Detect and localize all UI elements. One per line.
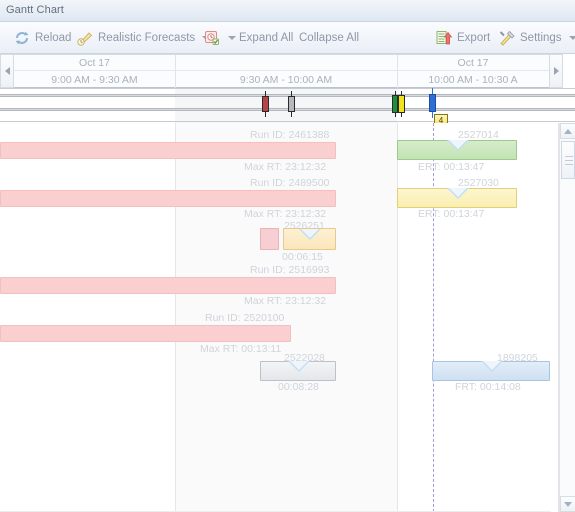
row-4-top-label: Run ID: 2516993 bbox=[250, 264, 330, 276]
row-7-bottom-label: ERT: 00:13:47 bbox=[418, 161, 485, 173]
current-time-line bbox=[433, 123, 434, 512]
row-5-bottom-label: Max RT: 00:13:11 bbox=[200, 343, 282, 355]
arrow-right-icon bbox=[553, 67, 559, 75]
row-9-bottom-label: FRT: 00:14:08 bbox=[455, 381, 521, 393]
expand-all-button[interactable]: Expand All bbox=[236, 22, 296, 54]
row-3-bar[interactable] bbox=[283, 228, 336, 250]
timeline-day-row: Oct 17 Oct 17 bbox=[14, 55, 549, 71]
window-title: Gantt Chart bbox=[6, 4, 64, 16]
collapse-all-label: Collapse All bbox=[299, 32, 360, 44]
scroll-down-icon bbox=[564, 501, 572, 507]
export-button[interactable]: Export bbox=[432, 22, 493, 54]
row-4-bar[interactable] bbox=[0, 277, 336, 294]
reload-button[interactable]: Reload bbox=[10, 22, 74, 54]
export-label: Export bbox=[457, 32, 491, 44]
marker-strip: 4 bbox=[0, 88, 575, 127]
row-6-bottom-label: 00:08:28 bbox=[278, 381, 319, 393]
arrow-left-icon bbox=[4, 67, 10, 75]
timeline-slot-0[interactable]: 9:00 AM - 9:30 AM bbox=[14, 71, 175, 88]
timeline-slot-1[interactable]: 9:30 AM - 10:00 AM bbox=[175, 71, 397, 88]
row-3-prefix-block[interactable] bbox=[260, 228, 279, 250]
filter-clock-icon bbox=[203, 29, 221, 47]
marker-red[interactable] bbox=[262, 91, 269, 117]
timeline-header-body: Oct 17 Oct 17 9:00 AM - 9:30 AM 9:30 AM … bbox=[14, 54, 549, 88]
row-4-bottom-label: Max RT: 23:12:32 bbox=[244, 295, 327, 307]
settings-menu[interactable]: Settings bbox=[495, 22, 575, 54]
collapse-all-button[interactable]: Collapse All bbox=[296, 22, 362, 54]
marker-yellow[interactable] bbox=[398, 91, 405, 117]
row-8-bar[interactable] bbox=[397, 188, 517, 208]
chevron-down-icon bbox=[228, 36, 236, 40]
row-2-bottom-label: Max RT: 23:12:32 bbox=[244, 208, 327, 220]
refresh-icon bbox=[13, 29, 31, 47]
row-5-bar[interactable] bbox=[0, 325, 291, 342]
vertical-scrollbar[interactable] bbox=[559, 123, 575, 512]
scroll-thumb[interactable] bbox=[561, 141, 575, 179]
row-7-bar[interactable] bbox=[397, 140, 517, 160]
timeline-slot-row: 9:00 AM - 9:30 AM 9:30 AM - 10:00 AM 10:… bbox=[14, 71, 549, 88]
marker-grey[interactable] bbox=[288, 91, 295, 117]
gantt-body: Run ID: 2461388 Max RT: 23:12:32 2527014… bbox=[0, 123, 575, 512]
row-2-top-label: Run ID: 2489500 bbox=[250, 177, 330, 189]
timeline-scroll-right-button[interactable] bbox=[549, 54, 563, 88]
row-2-bar[interactable] bbox=[0, 190, 336, 207]
timeline-slot-2[interactable]: 10:00 AM - 10:30 A bbox=[397, 71, 549, 88]
row-3-bottom-label: 00:06:15 bbox=[282, 251, 323, 263]
tools-icon bbox=[498, 29, 516, 47]
settings-label: Settings bbox=[520, 32, 562, 44]
realistic-forecasts-label: Realistic Forecasts bbox=[98, 32, 196, 44]
window-titlebar: Gantt Chart bbox=[0, 0, 575, 22]
row-6-bar[interactable] bbox=[260, 361, 336, 381]
row-1-top-label: Run ID: 2461388 bbox=[250, 129, 330, 141]
scroll-up-button[interactable] bbox=[560, 123, 575, 139]
timeline-day-0: Oct 17 bbox=[79, 56, 110, 69]
row-9-bar[interactable] bbox=[432, 361, 550, 381]
filter-menu[interactable] bbox=[200, 22, 239, 54]
scroll-up-icon bbox=[564, 128, 572, 134]
forecast-pencil-icon bbox=[76, 29, 94, 47]
gantt-chart-app: Gantt Chart Reload Realistic Forecasts E… bbox=[0, 0, 575, 512]
toolbar: Reload Realistic Forecasts Expand All Co… bbox=[0, 22, 575, 54]
timeline-scroll-left-button[interactable] bbox=[0, 54, 14, 88]
realistic-forecasts-menu[interactable]: Realistic Forecasts bbox=[73, 22, 213, 54]
row-5-top-label: Run ID: 2520100 bbox=[205, 312, 285, 324]
scroll-down-button[interactable] bbox=[560, 496, 575, 512]
row-1-bar[interactable] bbox=[0, 142, 336, 159]
expand-all-label: Expand All bbox=[239, 32, 294, 44]
timeline-day-1: Oct 17 bbox=[457, 56, 489, 69]
export-upload-icon bbox=[435, 29, 453, 47]
row-8-bottom-label: ERT: 00:13:47 bbox=[418, 208, 485, 220]
chevron-down-icon bbox=[568, 36, 575, 40]
timeline-header: Oct 17 Oct 17 9:00 AM - 9:30 AM 9:30 AM … bbox=[0, 54, 575, 88]
row-1-bottom-label: Max RT: 23:12:32 bbox=[244, 161, 327, 173]
reload-label: Reload bbox=[35, 32, 72, 44]
